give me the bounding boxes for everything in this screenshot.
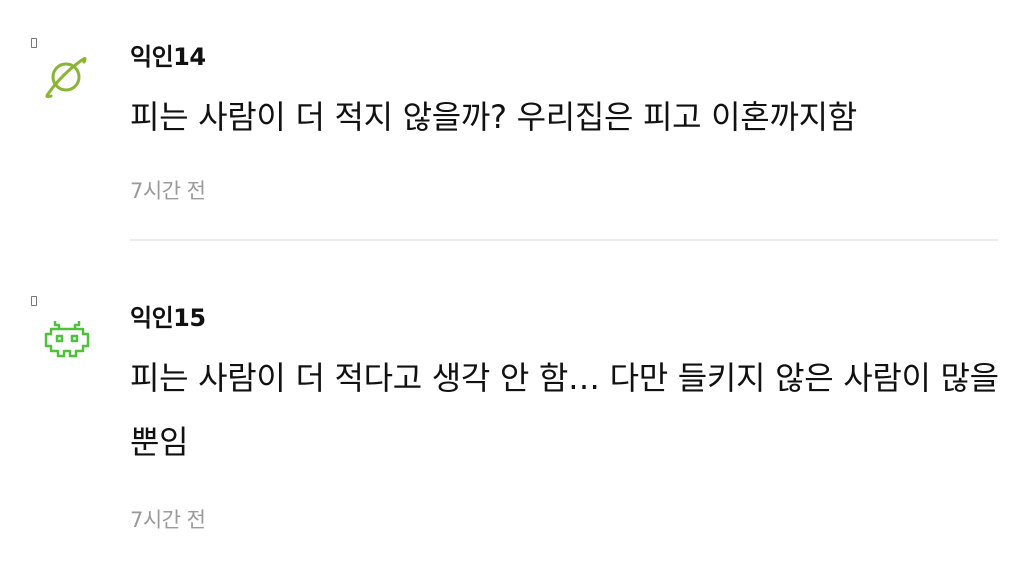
avatar[interactable] <box>42 52 92 102</box>
planet-icon <box>45 56 87 99</box>
avatar[interactable] <box>42 314 92 364</box>
comment-text: 피는 사람이 더 적지 않을까? 우리집은 피고 이혼까지함 <box>130 98 857 136</box>
comment-divider <box>130 239 998 241</box>
placeholder-glyph <box>31 296 37 306</box>
comment-author[interactable]: 익인15 <box>130 298 206 333</box>
space-invader-icon <box>44 321 90 358</box>
placeholder-glyph <box>31 38 37 48</box>
comment-item: 익인15 피는 사람이 더 적다고 생각 안 함… 다만 들키지 않은 사람이 … <box>0 262 1024 562</box>
comment-author[interactable]: 익인14 <box>130 37 206 72</box>
comment-timestamp: 7시간 전 <box>130 179 206 203</box>
comment-timestamp: 7시간 전 <box>130 508 206 532</box>
comment-text: 피는 사람이 더 적다고 생각 안 함… 다만 들키지 않은 사람이 많을뿐임 <box>130 359 999 461</box>
comment-item: 익인14 피는 사람이 더 적지 않을까? 우리집은 피고 이혼까지함 7시간 … <box>0 0 1024 240</box>
